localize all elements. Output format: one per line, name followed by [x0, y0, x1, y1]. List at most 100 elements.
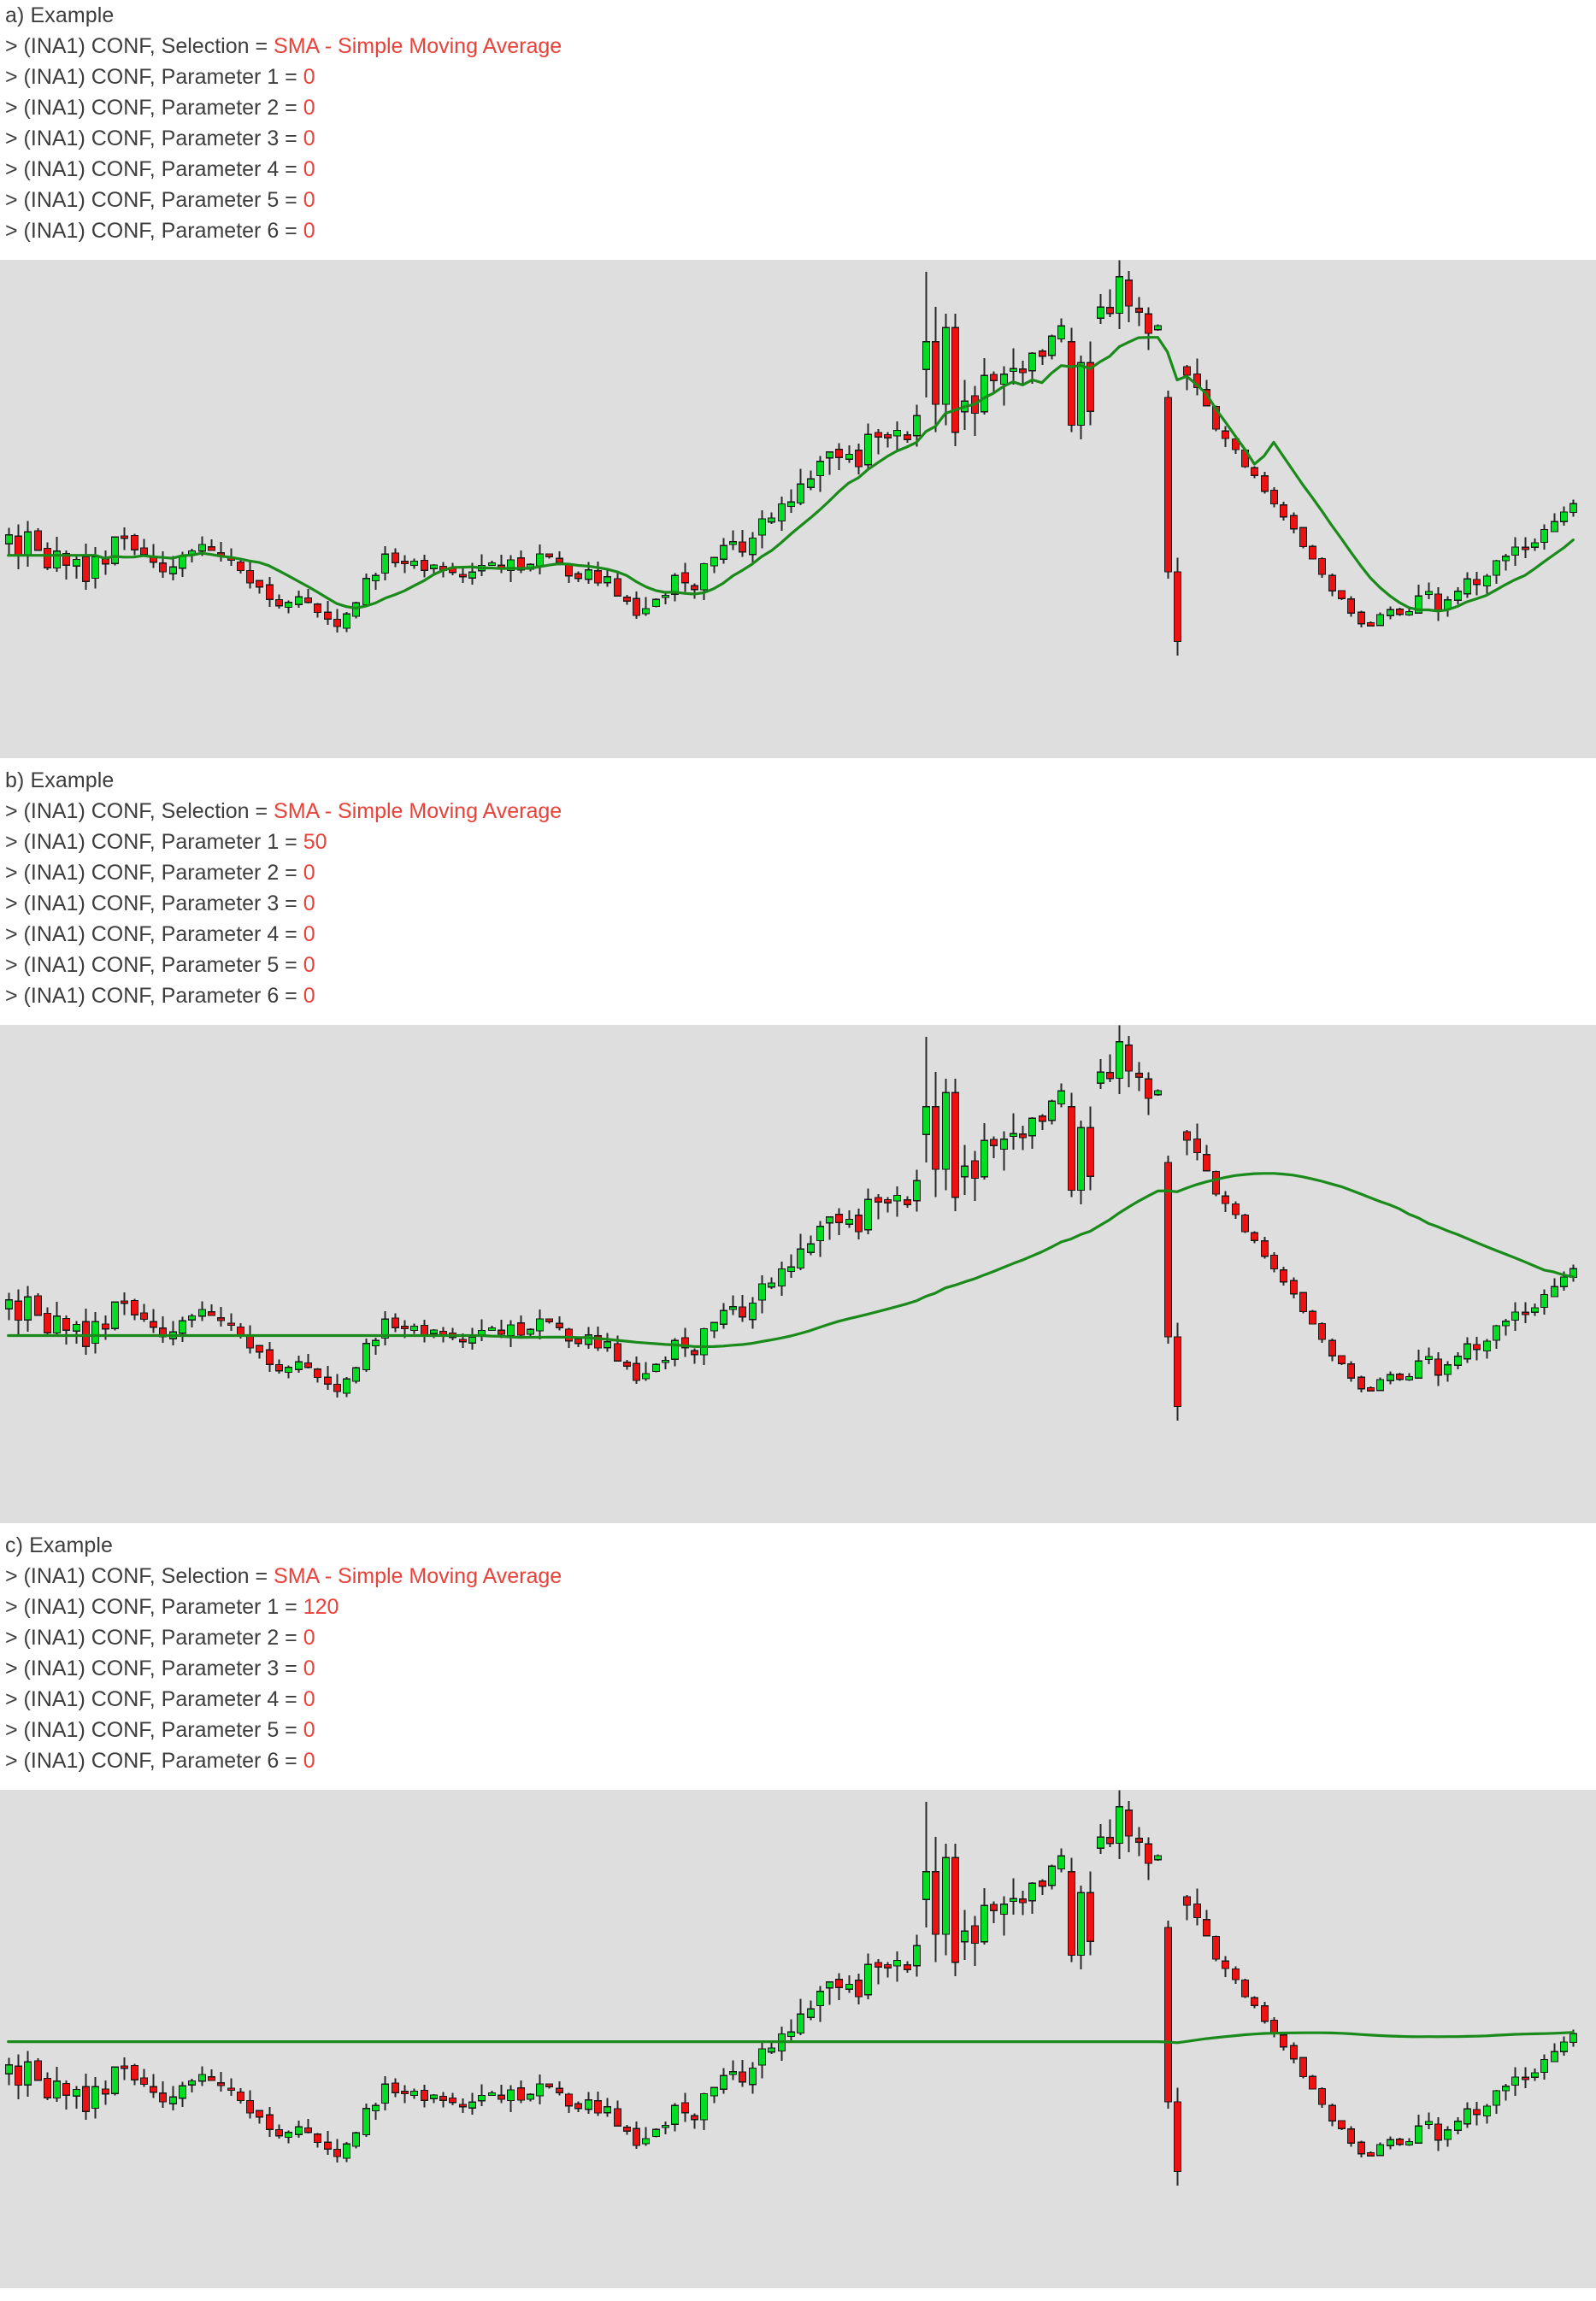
candle-body-down [545, 2083, 554, 2087]
candle-body-down [333, 618, 342, 627]
candle-body-down [555, 2087, 564, 2093]
candle-body-up [1375, 614, 1385, 627]
candle-body-down [1211, 1935, 1221, 1960]
candle-body-up [1009, 1133, 1018, 1138]
candle-body-up [922, 1870, 931, 1900]
candle-body-down [130, 534, 139, 550]
candle-body-down [613, 1343, 622, 1362]
candle-body-down [420, 2089, 429, 2101]
candle-body-up [892, 1194, 902, 1202]
candle-body-down [274, 1363, 284, 1372]
candle-body-down [265, 2114, 274, 2130]
candle-body-down [989, 1904, 998, 1911]
page-root: a) Example > (INA1) CONF, Selection = SM… [0, 0, 1596, 2288]
candle-body-down [1067, 1870, 1076, 1957]
candle-body-up [999, 374, 1009, 385]
candle-body-down [970, 1160, 980, 1180]
candle-body-up [757, 1283, 767, 1301]
candle-body-up [284, 602, 293, 609]
candle-body-down [903, 1198, 912, 1205]
candle-body-down [622, 597, 632, 602]
candle-body-up [863, 433, 873, 466]
candle-body-up [816, 460, 825, 477]
row-label: > (INA1) CONF, Parameter 1 = [5, 65, 303, 89]
candle-body-down [101, 2088, 110, 2095]
candle-body-up [960, 1930, 969, 1943]
candle-body-down [516, 1322, 526, 1336]
candle-body-up [1405, 610, 1414, 616]
candle-body-up [816, 1225, 825, 1242]
candle-body-up [816, 1990, 825, 2007]
candle-body-up [777, 503, 786, 522]
candle-body-down [236, 2091, 245, 2102]
candle-body-down [62, 2082, 71, 2096]
candle-body-down [883, 433, 892, 438]
candlestick-chart-c [0, 1790, 1596, 2288]
candle-body-up [1511, 546, 1520, 556]
candle-body-up [892, 1959, 902, 1967]
candle-body-up [409, 560, 419, 567]
candle-body-down [207, 1311, 216, 1316]
candle-body-up [912, 415, 922, 437]
candle-body-down [555, 557, 564, 563]
row-value: 0 [303, 1687, 315, 1711]
candle-body-up [197, 544, 207, 552]
candle-body-down [245, 1334, 255, 1349]
candle-body-down [931, 1870, 940, 1935]
candle-body-up [699, 1327, 709, 1356]
section-a-row-3: > (INA1) CONF, Parameter 3 = 0 [5, 123, 1596, 154]
candle-body-down [439, 2095, 448, 2101]
row-label: > (INA1) CONF, Parameter 5 = [5, 188, 303, 212]
chart-background [0, 260, 1596, 758]
candle-body-down [1163, 1927, 1173, 2103]
candle-body-up [796, 483, 805, 504]
candle-body-down [1086, 1892, 1095, 1942]
candle-body-up [487, 562, 497, 567]
candle-body-down [874, 1962, 883, 1968]
candle-body-up [1375, 2144, 1385, 2157]
candle-body-down [1299, 1292, 1308, 1313]
section-a-row-2: > (INA1) CONF, Parameter 2 = 0 [5, 92, 1596, 123]
candle-body-up [168, 2096, 178, 2104]
candle-body-up [941, 1857, 951, 1935]
candle-body-up [72, 558, 81, 567]
candle-body-down [1067, 340, 1076, 427]
candle-body-down [931, 1105, 940, 1170]
candle-body-up [1096, 306, 1105, 320]
candle-body-down [1279, 1269, 1288, 1283]
row-value: 0 [303, 1657, 315, 1680]
candle-body-up [757, 518, 767, 536]
section-c-heading: c) Example [5, 1533, 114, 1557]
candle-body-up [52, 1315, 62, 1334]
candle-body-down [255, 2110, 264, 2118]
candle-body-down [149, 1321, 158, 1328]
candle-body-down [574, 573, 583, 580]
row-label: > (INA1) CONF, Parameter 1 = [5, 830, 303, 854]
candle-body-down [1250, 467, 1259, 476]
candle-body-down [1250, 1232, 1259, 1241]
candle-body-down [1221, 1195, 1230, 1204]
candle-body-up [1115, 1805, 1124, 1845]
candle-body-down [120, 535, 129, 539]
candle-body-up [699, 562, 709, 591]
candle-body-down [1317, 557, 1327, 575]
candle-body-up [806, 478, 816, 489]
candle-body-up [912, 1180, 922, 1202]
candle-body-up [825, 1981, 834, 1989]
candle-body-down [130, 1299, 139, 1315]
candle-body-up [1530, 1307, 1540, 1313]
candle-body-up [1028, 1882, 1037, 1902]
candle-body-down [632, 1362, 641, 1381]
candle-body-down [139, 547, 149, 556]
candle-body-down [1182, 366, 1192, 376]
candle-body-down [255, 580, 264, 588]
candle-body-down [738, 541, 747, 553]
candle-body-down [323, 2141, 333, 2151]
candle-body-up [1453, 2121, 1463, 2131]
candle-body-down [448, 2097, 457, 2104]
candle-body-down [1317, 1322, 1327, 1340]
section-a-row-1: > (INA1) CONF, Parameter 1 = 0 [5, 62, 1596, 92]
candle-body-down [1434, 2123, 1443, 2141]
candle-body-down [458, 2104, 468, 2108]
